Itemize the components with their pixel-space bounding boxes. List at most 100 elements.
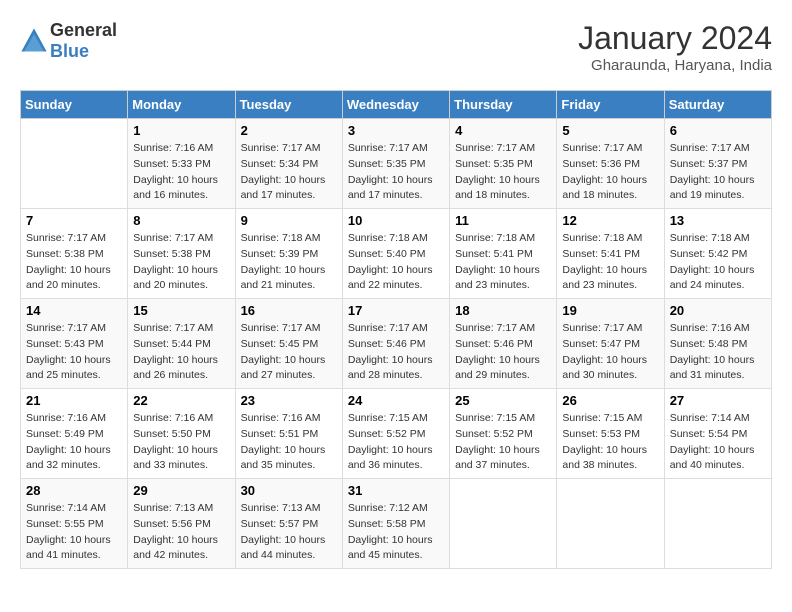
day-info: Sunrise: 7:17 AMSunset: 5:44 PMDaylight:… [133, 321, 229, 384]
col-header-friday: Friday [557, 91, 664, 119]
day-number: 14 [26, 303, 122, 318]
day-info: Sunrise: 7:18 AMSunset: 5:42 PMDaylight:… [670, 231, 766, 294]
day-cell: 1Sunrise: 7:16 AMSunset: 5:33 PMDaylight… [128, 119, 235, 209]
day-number: 1 [133, 123, 229, 138]
day-cell: 19 Sunrise: 7:17 AMSunset: 5:47 PMDayligh… [557, 299, 664, 389]
day-cell: 17 Sunrise: 7:17 AMSunset: 5:46 PMDayligh… [342, 299, 449, 389]
week-row-4: 21 Sunrise: 7:16 AMSunset: 5:49 PMDayligh… [21, 389, 772, 479]
day-cell: 9 Sunrise: 7:18 AMSunset: 5:39 PMDaylight… [235, 209, 342, 299]
day-number: 5 [562, 123, 658, 138]
day-number: 15 [133, 303, 229, 318]
day-number: 31 [348, 483, 444, 498]
col-header-monday: Monday [128, 91, 235, 119]
day-info: Sunrise: 7:18 AMSunset: 5:41 PMDaylight:… [455, 231, 551, 294]
day-number: 16 [241, 303, 337, 318]
day-info: Sunrise: 7:15 AMSunset: 5:53 PMDaylight:… [562, 411, 658, 474]
day-number: 9 [241, 213, 337, 228]
day-cell: 13 Sunrise: 7:18 AMSunset: 5:42 PMDayligh… [664, 209, 771, 299]
day-cell [557, 479, 664, 569]
day-number: 6 [670, 123, 766, 138]
day-info: Sunrise: 7:17 AMSunset: 5:38 PMDaylight:… [133, 231, 229, 294]
week-row-2: 7Sunrise: 7:17 AMSunset: 5:38 PMDaylight… [21, 209, 772, 299]
col-header-sunday: Sunday [21, 91, 128, 119]
day-cell: 30 Sunrise: 7:13 AMSunset: 5:57 PMDayligh… [235, 479, 342, 569]
page-header: General Blue January 2024 Gharaunda, Har… [20, 20, 772, 74]
day-cell: 31 Sunrise: 7:12 AMSunset: 5:58 PMDayligh… [342, 479, 449, 569]
day-info: Sunrise: 7:17 AMSunset: 5:36 PMDaylight:… [562, 141, 658, 204]
day-cell: 23Sunrise: 7:16 AMSunset: 5:51 PMDayligh… [235, 389, 342, 479]
col-header-wednesday: Wednesday [342, 91, 449, 119]
day-info: Sunrise: 7:17 AMSunset: 5:46 PMDaylight:… [455, 321, 551, 384]
day-info: Sunrise: 7:17 AMSunset: 5:46 PMDaylight:… [348, 321, 444, 384]
day-info: Sunrise: 7:17 AMSunset: 5:34 PMDaylight:… [241, 141, 337, 204]
day-cell: 28 Sunrise: 7:14 AMSunset: 5:55 PMDayligh… [21, 479, 128, 569]
day-number: 17 [348, 303, 444, 318]
day-info: Sunrise: 7:18 AMSunset: 5:39 PMDaylight:… [241, 231, 337, 294]
day-info: Sunrise: 7:17 AMSunset: 5:38 PMDaylight:… [26, 231, 122, 294]
day-number: 30 [241, 483, 337, 498]
title-block: January 2024 Gharaunda, Haryana, India [578, 20, 772, 74]
day-number: 21 [26, 393, 122, 408]
day-info: Sunrise: 7:17 AMSunset: 5:43 PMDaylight:… [26, 321, 122, 384]
day-info: Sunrise: 7:17 AMSunset: 5:37 PMDaylight:… [670, 141, 766, 204]
location: Gharaunda, Haryana, India [578, 57, 772, 74]
day-cell: 27Sunrise: 7:14 AMSunset: 5:54 PMDayligh… [664, 389, 771, 479]
day-number: 26 [562, 393, 658, 408]
day-info: Sunrise: 7:17 AMSunset: 5:35 PMDaylight:… [348, 141, 444, 204]
day-number: 3 [348, 123, 444, 138]
day-info: Sunrise: 7:13 AMSunset: 5:57 PMDaylight:… [241, 501, 337, 564]
day-cell [450, 479, 557, 569]
day-info: Sunrise: 7:17 AMSunset: 5:35 PMDaylight:… [455, 141, 551, 204]
day-cell: 22 Sunrise: 7:16 AMSunset: 5:50 PMDayligh… [128, 389, 235, 479]
day-number: 13 [670, 213, 766, 228]
day-info: Sunrise: 7:16 AMSunset: 5:49 PMDaylight:… [26, 411, 122, 474]
day-cell: 4Sunrise: 7:17 AMSunset: 5:35 PMDaylight… [450, 119, 557, 209]
day-info: Sunrise: 7:12 AMSunset: 5:58 PMDaylight:… [348, 501, 444, 564]
day-cell: 24 Sunrise: 7:15 AMSunset: 5:52 PMDayligh… [342, 389, 449, 479]
day-number: 24 [348, 393, 444, 408]
day-info: Sunrise: 7:16 AMSunset: 5:48 PMDaylight:… [670, 321, 766, 384]
day-number: 18 [455, 303, 551, 318]
logo-blue: Blue [50, 41, 89, 61]
day-info: Sunrise: 7:16 AMSunset: 5:51 PMDaylight:… [241, 411, 337, 474]
day-cell: 15 Sunrise: 7:17 AMSunset: 5:44 PMDayligh… [128, 299, 235, 389]
day-number: 19 [562, 303, 658, 318]
day-info: Sunrise: 7:16 AMSunset: 5:50 PMDaylight:… [133, 411, 229, 474]
day-info: Sunrise: 7:15 AMSunset: 5:52 PMDaylight:… [455, 411, 551, 474]
day-info: Sunrise: 7:18 AMSunset: 5:41 PMDaylight:… [562, 231, 658, 294]
day-cell: 16Sunrise: 7:17 AMSunset: 5:45 PMDayligh… [235, 299, 342, 389]
calendar-table: SundayMondayTuesdayWednesdayThursdayFrid… [20, 90, 772, 569]
week-row-3: 14 Sunrise: 7:17 AMSunset: 5:43 PMDayligh… [21, 299, 772, 389]
calendar-header: SundayMondayTuesdayWednesdayThursdayFrid… [21, 91, 772, 119]
day-info: Sunrise: 7:18 AMSunset: 5:40 PMDaylight:… [348, 231, 444, 294]
day-number: 8 [133, 213, 229, 228]
day-number: 28 [26, 483, 122, 498]
day-cell: 21 Sunrise: 7:16 AMSunset: 5:49 PMDayligh… [21, 389, 128, 479]
day-cell: 25 Sunrise: 7:15 AMSunset: 5:52 PMDayligh… [450, 389, 557, 479]
week-row-1: 1Sunrise: 7:16 AMSunset: 5:33 PMDaylight… [21, 119, 772, 209]
day-cell: 6 Sunrise: 7:17 AMSunset: 5:37 PMDaylight… [664, 119, 771, 209]
day-cell: 20Sunrise: 7:16 AMSunset: 5:48 PMDayligh… [664, 299, 771, 389]
day-number: 22 [133, 393, 229, 408]
day-cell: 29Sunrise: 7:13 AMSunset: 5:56 PMDayligh… [128, 479, 235, 569]
day-number: 27 [670, 393, 766, 408]
col-header-saturday: Saturday [664, 91, 771, 119]
day-cell: 11Sunrise: 7:18 AMSunset: 5:41 PMDayligh… [450, 209, 557, 299]
day-cell [21, 119, 128, 209]
month-title: January 2024 [578, 20, 772, 57]
day-number: 10 [348, 213, 444, 228]
day-info: Sunrise: 7:17 AMSunset: 5:47 PMDaylight:… [562, 321, 658, 384]
day-cell: 7Sunrise: 7:17 AMSunset: 5:38 PMDaylight… [21, 209, 128, 299]
logo-general: General [50, 20, 117, 40]
day-number: 12 [562, 213, 658, 228]
day-cell: 26 Sunrise: 7:15 AMSunset: 5:53 PMDayligh… [557, 389, 664, 479]
day-info: Sunrise: 7:14 AMSunset: 5:55 PMDaylight:… [26, 501, 122, 564]
day-number: 25 [455, 393, 551, 408]
week-row-5: 28 Sunrise: 7:14 AMSunset: 5:55 PMDayligh… [21, 479, 772, 569]
day-number: 29 [133, 483, 229, 498]
day-cell: 18 Sunrise: 7:17 AMSunset: 5:46 PMDayligh… [450, 299, 557, 389]
col-header-tuesday: Tuesday [235, 91, 342, 119]
col-header-thursday: Thursday [450, 91, 557, 119]
logo-icon [20, 27, 48, 55]
day-info: Sunrise: 7:15 AMSunset: 5:52 PMDaylight:… [348, 411, 444, 474]
